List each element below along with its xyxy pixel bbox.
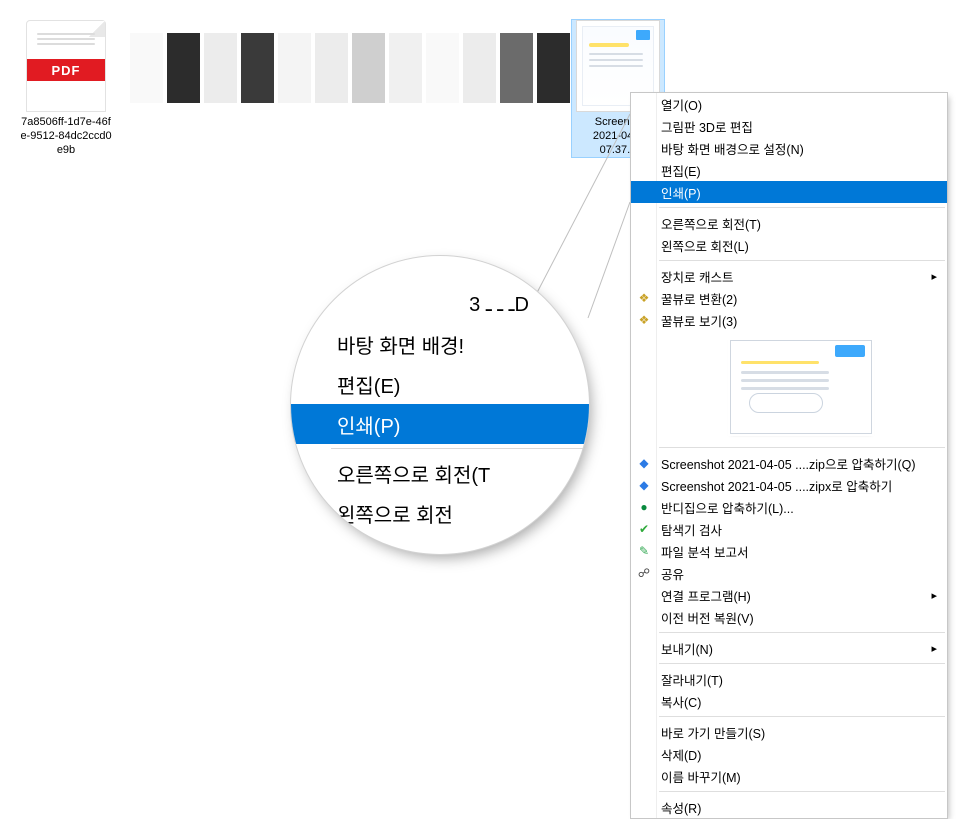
zoom-callout: 7.3 ـ ـ ـ 3D 바탕 화면 배경! 편집(E) 인쇄(P) 오른쪽으로… xyxy=(290,255,590,555)
callout-line-edit: 편집(E) xyxy=(291,364,589,404)
cm-separator xyxy=(659,716,945,717)
zip-icon: ◆ xyxy=(636,477,652,493)
cm-honeyview-open[interactable]: ❖꿀뷰로 보기(3) xyxy=(631,309,947,331)
honey-icon: ❖ xyxy=(636,312,652,328)
cm-rotate-left[interactable]: 왼쪽으로 회전(L) xyxy=(631,234,947,256)
cm-image-preview xyxy=(631,331,947,443)
bandizip-icon: ● xyxy=(636,499,652,515)
pdf-badge: PDF xyxy=(27,59,105,81)
cm-file-report[interactable]: ✎파일 분석 보고서 xyxy=(631,540,947,562)
file-item-pdf[interactable]: PDF 7a8506ff-1d7e-46fe-9512-84dc2ccd0e9b xyxy=(20,20,112,157)
cm-separator xyxy=(659,260,945,261)
callout-snippet-tag: 7.3 xyxy=(305,268,330,289)
cm-share[interactable]: ☍공유 xyxy=(631,562,947,584)
cm-cast-to-device[interactable]: 장치로 캐스트 xyxy=(631,265,947,287)
pdf-icon: PDF xyxy=(26,20,106,112)
callout-line-3d: ـ ـ ـ 3D xyxy=(291,284,589,324)
cm-compress-zip[interactable]: ◆Screenshot 2021-04-05 ....zip으로 압축하기(Q) xyxy=(631,452,947,474)
cm-cut[interactable]: 잘라내기(T) xyxy=(631,668,947,690)
cm-compress-zipx[interactable]: ◆Screenshot 2021-04-05 ....zipx로 압축하기 xyxy=(631,474,947,496)
callout-line-rotate-left: 왼쪽으로 회전 xyxy=(291,493,589,533)
cm-rotate-right[interactable]: 오른쪽으로 회전(T) xyxy=(631,212,947,234)
cm-send-to[interactable]: 보내기(N) xyxy=(631,637,947,659)
context-menu: 열기(O) 그림판 3D로 편집 바탕 화면 배경으로 설정(N) 편집(E) … xyxy=(630,92,948,819)
callout-line-background: 바탕 화면 배경! xyxy=(291,324,589,364)
cm-edit-3d[interactable]: 그림판 3D로 편집 xyxy=(631,115,947,137)
cm-rename[interactable]: 이름 바꾸기(M) xyxy=(631,765,947,787)
cm-honeyview-convert[interactable]: ❖꿀뷰로 변환(2) xyxy=(631,287,947,309)
cm-separator xyxy=(659,632,945,633)
cm-print[interactable]: 인쇄(P) xyxy=(631,181,947,203)
callout-line-print: 인쇄(P) xyxy=(291,404,589,444)
scan-icon: ✔ xyxy=(636,521,652,537)
cm-edit[interactable]: 편집(E) xyxy=(631,159,947,181)
zip-icon: ◆ xyxy=(636,455,652,471)
cm-delete[interactable]: 삭제(D) xyxy=(631,743,947,765)
cm-compress-bandizip[interactable]: ●반디집으로 압축하기(L)... xyxy=(631,496,947,518)
honey-icon: ❖ xyxy=(636,290,652,306)
cm-previous-versions[interactable]: 이전 버전 복원(V) xyxy=(631,606,947,628)
cm-explorer-scan[interactable]: ✔탐색기 검사 xyxy=(631,518,947,540)
cm-open-with[interactable]: 연결 프로그램(H) xyxy=(631,584,947,606)
cm-separator xyxy=(659,447,945,448)
cm-copy[interactable]: 복사(C) xyxy=(631,690,947,712)
callout-line-rotate-right: 오른쪽으로 회전(T xyxy=(291,453,589,493)
share-icon: ☍ xyxy=(636,565,652,581)
file-label: 7a8506ff-1d7e-46fe-9512-84dc2ccd0e9b xyxy=(20,116,112,157)
cm-open[interactable]: 열기(O) xyxy=(631,93,947,115)
cm-separator xyxy=(659,207,945,208)
cm-properties[interactable]: 속성(R) xyxy=(631,796,947,818)
cm-set-background[interactable]: 바탕 화면 배경으로 설정(N) xyxy=(631,137,947,159)
cm-separator xyxy=(659,791,945,792)
cm-create-shortcut[interactable]: 바로 가기 만들기(S) xyxy=(631,721,947,743)
report-icon: ✎ xyxy=(636,543,652,559)
cm-separator xyxy=(659,663,945,664)
